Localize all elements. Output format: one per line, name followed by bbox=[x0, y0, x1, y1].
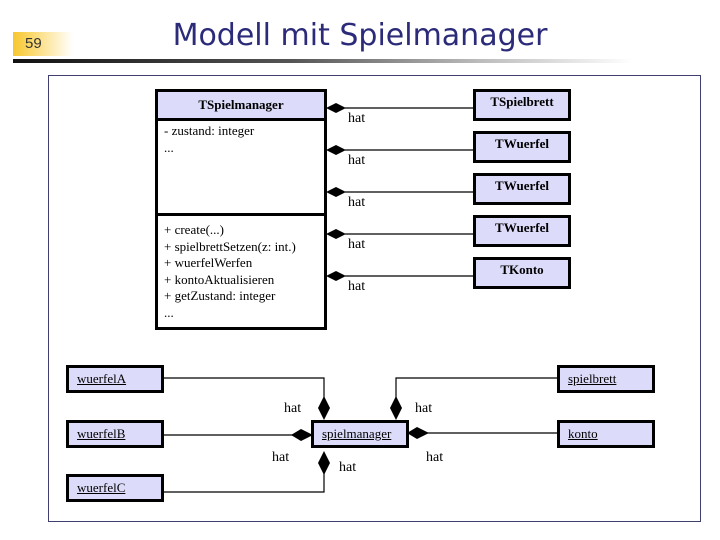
attribute: ... bbox=[164, 139, 174, 155]
attributes-compartment: - zustand: integer ... bbox=[155, 118, 327, 216]
object-name: konto bbox=[568, 426, 598, 441]
class-name: TKonto bbox=[500, 262, 544, 277]
class-name: TSpielmanager bbox=[198, 97, 284, 112]
class-tkonto: TKonto bbox=[473, 257, 571, 289]
link-label: hat bbox=[415, 401, 433, 416]
assoc-label: hat bbox=[348, 195, 366, 210]
method: + getZustand: integer bbox=[164, 288, 276, 303]
class-twuerfel: TWuerfel bbox=[473, 131, 571, 163]
object-wuerfelA: wuerfelA bbox=[66, 365, 164, 393]
object-wuerfelB: wuerfelB bbox=[66, 420, 164, 448]
object-name: wuerfelB bbox=[77, 426, 126, 441]
composition-diamond-icon bbox=[326, 145, 346, 155]
method: ... bbox=[164, 304, 174, 320]
class-name: TWuerfel bbox=[495, 178, 549, 193]
method: + spielbrettSetzen(z: int.) bbox=[164, 238, 296, 254]
class-tspielbrett: TSpielbrett bbox=[473, 89, 571, 121]
methods-compartment: + create(...) + spielbrettSetzen(z: int.… bbox=[155, 213, 327, 330]
composition-diamond-icon bbox=[326, 229, 346, 239]
link-label: hat bbox=[339, 460, 357, 475]
link-wuerfelA bbox=[163, 377, 325, 400]
assoc-label: hat bbox=[348, 111, 366, 126]
composition-diamond-icon bbox=[326, 103, 346, 113]
object-konto: konto bbox=[557, 420, 655, 448]
composition-diamond-icon bbox=[326, 271, 346, 281]
method: + create(...) bbox=[164, 222, 225, 237]
link-label: hat bbox=[284, 401, 302, 416]
composition-diamond-icon bbox=[318, 451, 330, 475]
connector-lines bbox=[163, 90, 558, 493]
class-tspielmanager-header: TSpielmanager bbox=[155, 89, 327, 121]
link-label: hat bbox=[426, 450, 444, 465]
object-wuerfelC: wuerfelC bbox=[66, 474, 164, 502]
object-spielbrett: spielbrett bbox=[557, 365, 655, 393]
link-wuerfelC bbox=[163, 468, 325, 493]
composition-diamond-icon bbox=[407, 427, 429, 439]
class-twuerfel: TWuerfel bbox=[473, 215, 571, 247]
composition-diamond-icon bbox=[390, 396, 402, 420]
composition-diamond-icon bbox=[318, 396, 330, 420]
link-spielbrett bbox=[395, 377, 558, 400]
object-spielmanager: spielmanager bbox=[311, 420, 409, 448]
assoc-label: hat bbox=[348, 237, 366, 252]
class-diamonds bbox=[326, 103, 346, 281]
attribute: - zustand: integer bbox=[164, 123, 255, 138]
class-twuerfel: TWuerfel bbox=[473, 173, 571, 205]
object-name: wuerfelC bbox=[77, 480, 126, 495]
class-name: TWuerfel bbox=[495, 220, 549, 235]
assoc-label: hat bbox=[348, 153, 366, 168]
composition-diamond-icon bbox=[291, 429, 313, 441]
assoc-label: hat bbox=[348, 279, 366, 294]
object-name: wuerfelA bbox=[77, 371, 127, 386]
class-name: TSpielbrett bbox=[490, 94, 554, 109]
method: + wuerfelWerfen bbox=[164, 255, 253, 270]
class-name: TWuerfel bbox=[495, 136, 549, 151]
object-name: spielbrett bbox=[568, 371, 617, 386]
link-label: hat bbox=[272, 450, 290, 465]
composition-diamond-icon bbox=[326, 187, 346, 197]
method: + kontoAktualisieren bbox=[164, 271, 275, 287]
object-name: spielmanager bbox=[322, 426, 392, 441]
